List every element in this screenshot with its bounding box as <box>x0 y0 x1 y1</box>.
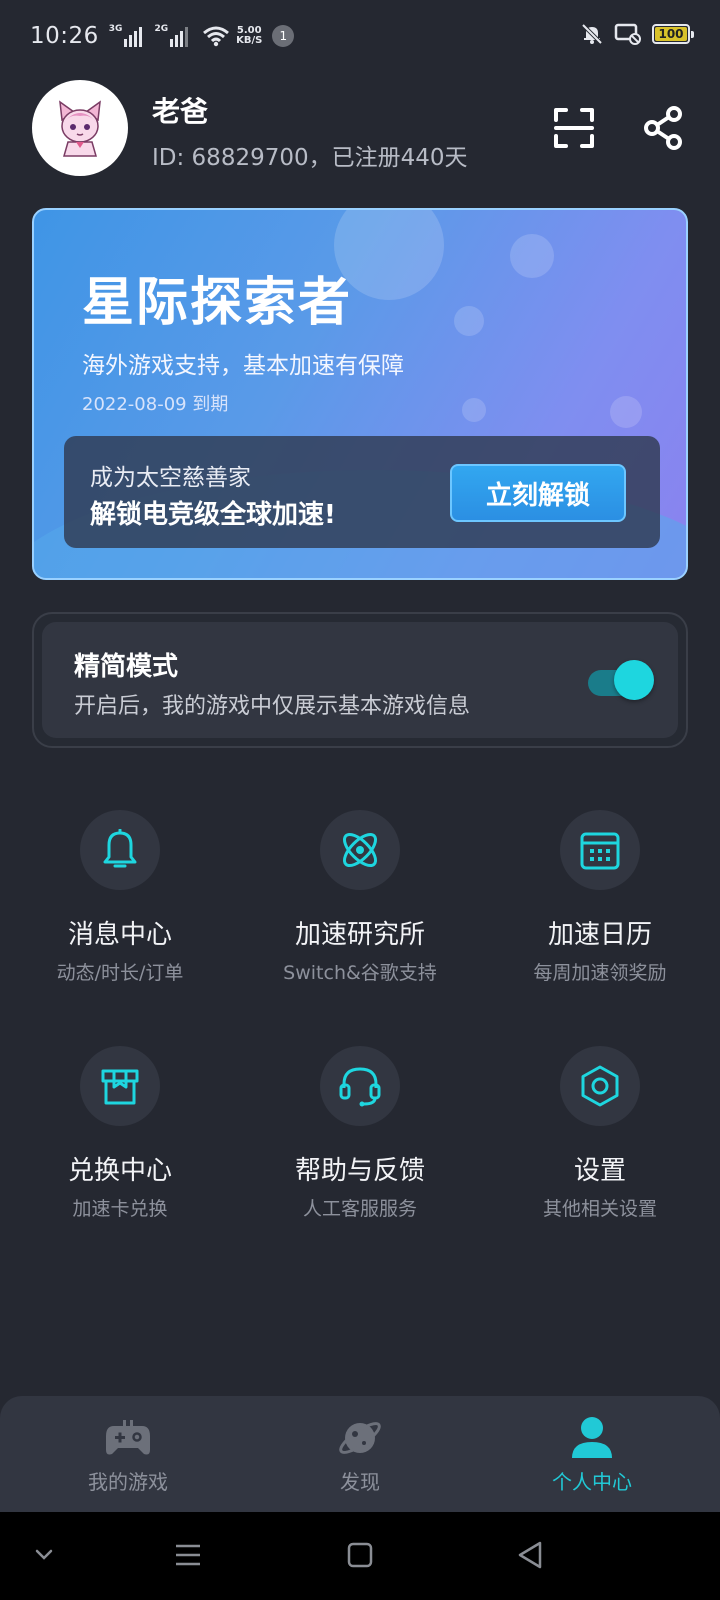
unlock-now-button[interactable]: 立刻解锁 <box>450 464 626 522</box>
nav-label: 个人中心 <box>552 1470 632 1494</box>
signal2-tag: 2G <box>154 24 169 34</box>
simple-mode-card: 精简模式 开启后，我的游戏中仅展示基本游戏信息 <box>32 612 688 748</box>
battery-level: 100 <box>658 27 684 41</box>
simple-mode-toggle[interactable] <box>588 660 654 700</box>
menu-sublabel: 其他相关设置 <box>542 1198 657 1220</box>
system-navigation-bar <box>0 1512 720 1600</box>
profile-header: 老爸 ID: 68829700，已注册440天 <box>32 80 688 176</box>
menu-label: 消息中心 <box>67 920 172 950</box>
menu-sublabel: 动态/时长/订单 <box>56 962 184 984</box>
vip-title: 星际探索者 <box>82 273 353 333</box>
decor-bubble <box>510 234 554 278</box>
simple-mode-title: 精简模式 <box>74 652 179 682</box>
person-icon <box>572 1417 612 1458</box>
gift-box-icon <box>80 1046 160 1126</box>
chevron-down-icon[interactable] <box>34 1540 54 1570</box>
status-bar: 10:26 3G 2G 5.00 KB/S 1 100 <box>0 0 720 72</box>
decor-bubble <box>462 398 486 422</box>
bottom-navigation: 我的游戏 发现 个人中心 <box>0 1396 720 1512</box>
username: 老爸 <box>152 95 209 128</box>
menu-label: 帮助与反馈 <box>294 1156 425 1186</box>
menu-label: 加速日历 <box>547 920 652 950</box>
signal-icon-sim2: 2G <box>154 25 190 47</box>
menu-sublabel: Switch&谷歌支持 <box>283 962 437 984</box>
settings-hexagon-icon <box>560 1046 640 1126</box>
nav-label: 发现 <box>340 1470 380 1494</box>
notification-count-badge: 1 <box>272 25 295 47</box>
upgrade-promo-line2: 解锁电竞级全球加速! <box>90 500 336 530</box>
upgrade-promo-line1: 成为太空慈善家 <box>90 465 251 491</box>
mute-bell-icon <box>581 23 603 45</box>
signal1-tag: 3G <box>108 24 123 34</box>
gamepad-icon <box>106 1420 150 1455</box>
decor-bubble <box>610 396 642 428</box>
menu-sublabel: 人工客服服务 <box>302 1198 417 1220</box>
cast-off-icon <box>614 23 641 45</box>
simple-mode-description: 开启后，我的游戏中仅展示基本游戏信息 <box>74 694 471 719</box>
menu-label: 设置 <box>573 1156 626 1186</box>
bell-icon <box>80 810 160 890</box>
nav-tab-profile[interactable]: 个人中心 <box>472 1396 712 1512</box>
user-id-info: ID: 68829700，已注册440天 <box>152 145 468 171</box>
back-icon[interactable] <box>516 1540 544 1570</box>
scan-icon[interactable] <box>552 106 596 150</box>
atom-icon <box>320 810 400 890</box>
share-icon[interactable] <box>644 106 684 150</box>
menu-sublabel: 每周加速领奖励 <box>533 962 667 984</box>
avatar[interactable] <box>32 80 128 176</box>
planet-icon <box>339 1422 381 1454</box>
menu-icon[interactable] <box>174 1540 202 1570</box>
calendar-icon <box>560 810 640 890</box>
menu-item-settings[interactable]: 设置 其他相关设置 <box>480 1046 720 1236</box>
upgrade-promo: 成为太空慈善家 解锁电竞级全球加速! 立刻解锁 <box>64 436 660 548</box>
signal-icon-sim1: 3G <box>109 25 145 47</box>
menu-item-message-center[interactable]: 消息中心 动态/时长/订单 <box>0 810 240 1000</box>
home-icon[interactable] <box>346 1540 374 1570</box>
net-speed: 5.00 KB/S <box>236 26 262 46</box>
nav-tab-discover[interactable]: 发现 <box>240 1396 480 1512</box>
vip-membership-card: 星际探索者 海外游戏支持，基本加速有保障 2022-08-09 到期 成为太空慈… <box>32 208 688 580</box>
decor-bubble <box>454 306 484 336</box>
cat-avatar-icon <box>59 100 101 157</box>
menu-item-help-feedback[interactable]: 帮助与反馈 人工客服服务 <box>240 1046 480 1236</box>
wifi-icon <box>203 26 230 47</box>
nav-label: 我的游戏 <box>88 1470 168 1494</box>
menu-item-redeem-center[interactable]: 兑换中心 加速卡兑换 <box>0 1046 240 1236</box>
vip-expire-date: 2022-08-09 到期 <box>82 394 229 415</box>
menu-label: 加速研究所 <box>294 920 425 950</box>
menu-label: 兑换中心 <box>67 1156 172 1186</box>
headset-icon <box>320 1046 400 1126</box>
vip-description: 海外游戏支持，基本加速有保障 <box>82 353 404 379</box>
battery-icon: 100 <box>652 24 694 44</box>
menu-item-calendar[interactable]: 加速日历 每周加速领奖励 <box>480 810 720 1000</box>
nav-tab-my-games[interactable]: 我的游戏 <box>8 1396 248 1512</box>
status-time: 10:26 <box>30 23 99 49</box>
menu-item-research-lab[interactable]: 加速研究所 Switch&谷歌支持 <box>240 810 480 1000</box>
net-speed-unit: KB/S <box>236 35 263 46</box>
menu-sublabel: 加速卡兑换 <box>72 1198 168 1220</box>
